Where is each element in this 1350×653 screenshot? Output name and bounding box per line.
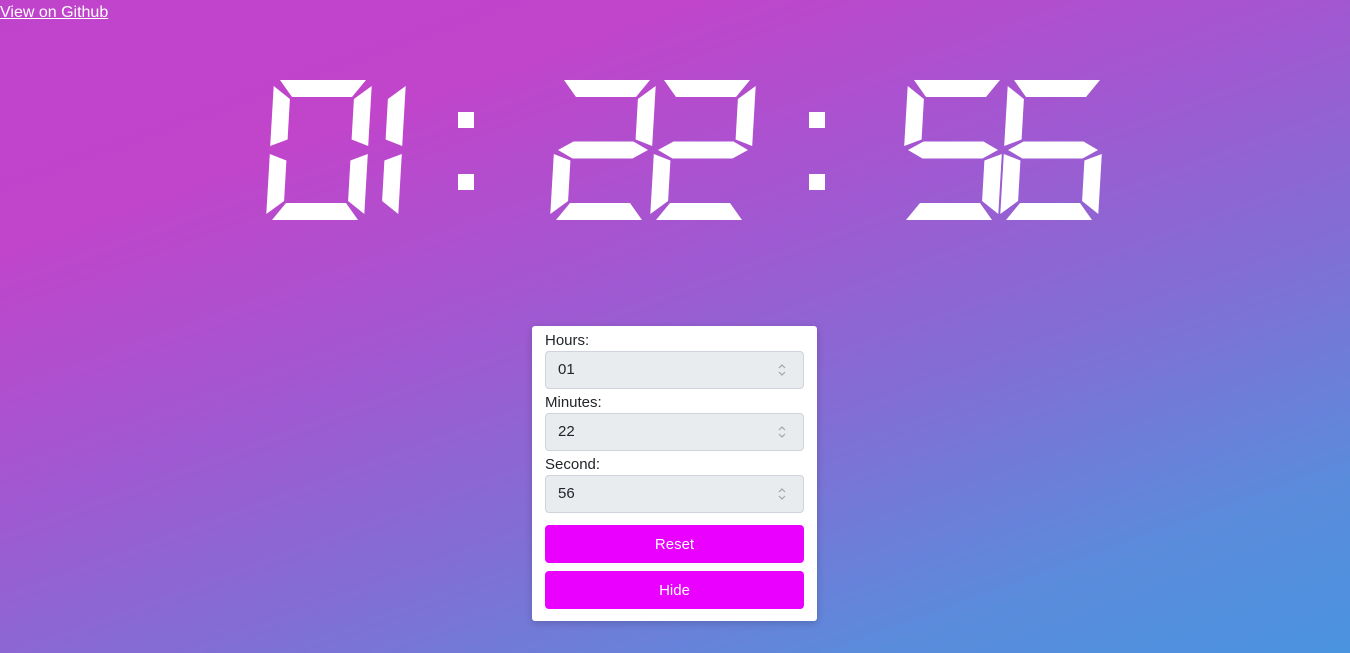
segment-e <box>1000 154 1021 214</box>
chevron-up-down-icon[interactable] <box>777 486 787 502</box>
colon-dot <box>809 174 825 190</box>
segment-e <box>550 154 571 214</box>
segment-c <box>348 154 368 214</box>
segment-c <box>1082 154 1102 214</box>
segment-b <box>351 86 372 146</box>
segment-a <box>280 80 366 97</box>
colon-dot <box>809 112 825 128</box>
segment-b <box>385 86 406 146</box>
minutes-label: Minutes: <box>545 394 602 411</box>
colon-dot <box>458 112 474 128</box>
segment-d <box>1006 203 1092 220</box>
segment-a <box>1014 80 1100 97</box>
segment-g <box>1008 141 1098 159</box>
colon-separator-2 <box>809 112 825 190</box>
minutes-digit-1 <box>550 80 656 220</box>
colon-separator-1 <box>458 112 474 190</box>
colon-dot <box>458 174 474 190</box>
hours-label: Hours: <box>545 332 590 349</box>
segment-f <box>270 86 290 146</box>
minutes-input[interactable]: 22 <box>545 413 804 451</box>
reset-button[interactable]: Reset <box>545 525 804 563</box>
segment-f <box>1004 86 1024 146</box>
clock-svg <box>266 80 1102 220</box>
segment-a <box>914 80 1000 97</box>
segment-e <box>650 154 671 214</box>
segment-d <box>656 203 742 220</box>
seconds-digit-1 <box>904 80 1002 220</box>
digital-clock-display <box>0 0 1350 300</box>
segment-d <box>906 203 992 220</box>
seconds-input-value: 56 <box>558 485 575 502</box>
minutes-digit-2 <box>650 80 756 220</box>
hide-button[interactable]: Hide <box>545 571 804 609</box>
segment-e <box>266 154 287 214</box>
segment-g <box>658 141 748 159</box>
segment-b <box>635 86 656 146</box>
seconds-input[interactable]: 56 <box>545 475 804 513</box>
seconds-digit-2 <box>1000 80 1102 220</box>
seconds-label: Second: <box>545 456 601 473</box>
chevron-up-down-icon[interactable] <box>777 362 787 378</box>
hours-digit-1 <box>266 80 372 220</box>
minutes-input-value: 22 <box>558 423 575 440</box>
hours-input[interactable]: 01 <box>545 351 804 389</box>
segment-a <box>564 80 650 97</box>
segment-g <box>558 141 648 159</box>
segment-f <box>904 86 924 146</box>
segment-c <box>982 154 1002 214</box>
segment-g <box>908 141 998 159</box>
time-settings-panel: Hours: 01 Minutes: 22 Second: 56 Reset H… <box>532 326 817 621</box>
segment-b <box>735 86 756 146</box>
segment-a <box>664 80 750 97</box>
segment-d <box>272 203 358 220</box>
chevron-up-down-icon[interactable] <box>777 424 787 440</box>
hours-digit-2 <box>382 86 406 214</box>
segment-d <box>556 203 642 220</box>
hours-input-value: 01 <box>558 361 575 378</box>
segment-c <box>382 154 402 214</box>
